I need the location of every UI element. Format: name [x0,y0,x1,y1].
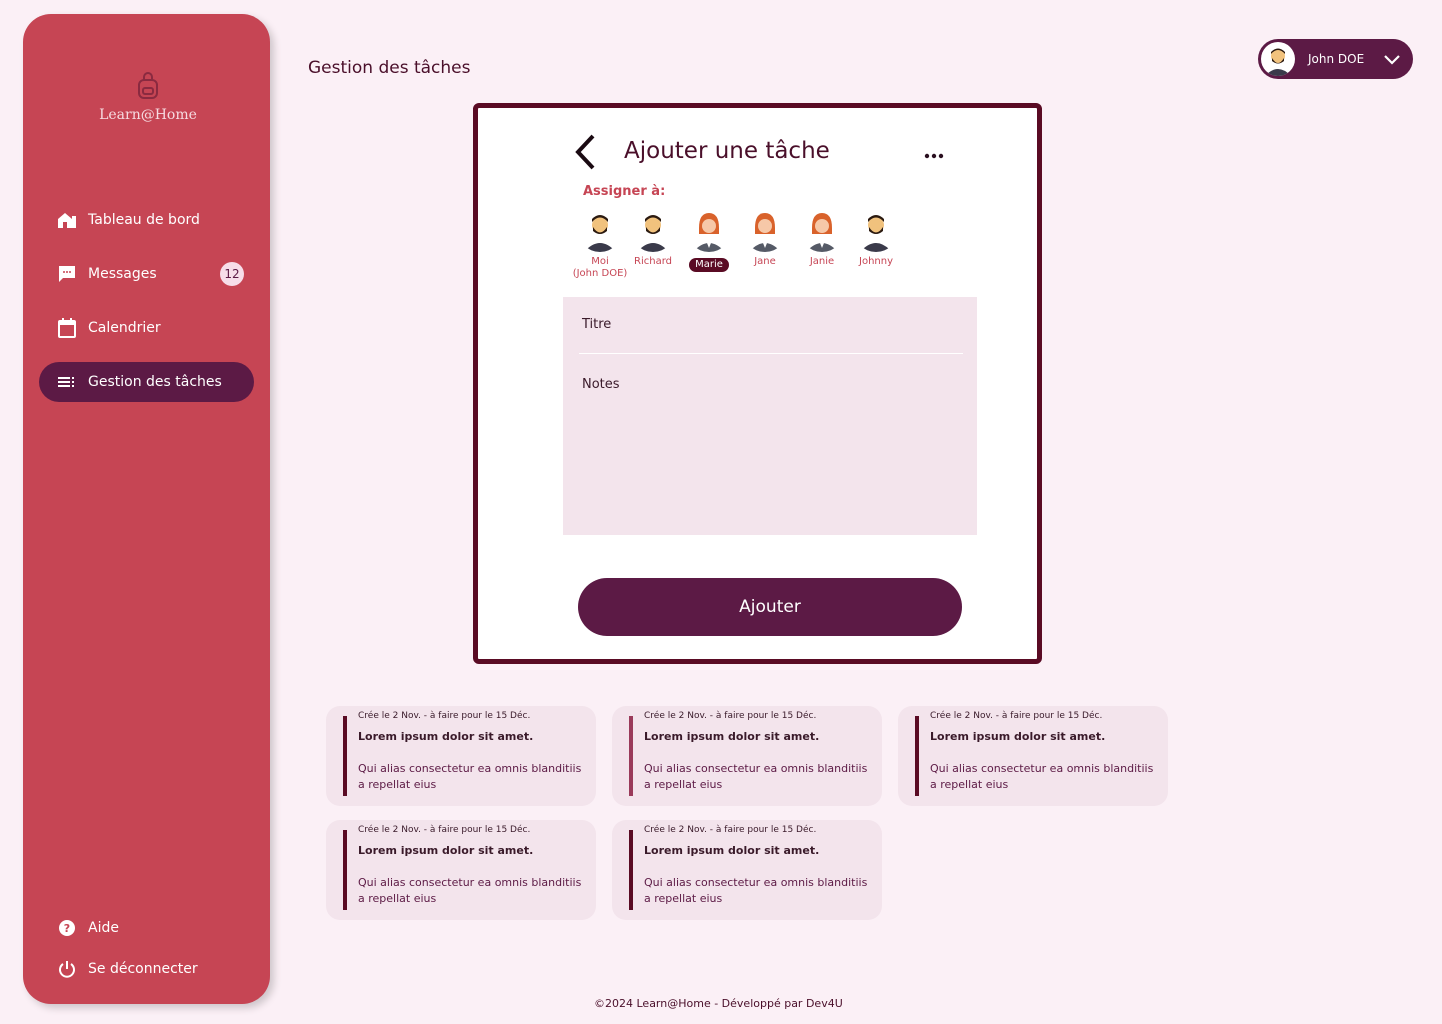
sidebar: Learn@Home Tableau de bord Messages 12 C… [23,14,270,1004]
task-description: Qui alias consectetur ea omnis blanditii… [644,876,868,905]
home-icon [57,210,77,230]
task-meta: Crée le 2 Nov. - à faire pour le 15 Déc. [930,711,1103,721]
task-card[interactable]: Crée le 2 Nov. - à faire pour le 15 Déc.… [898,706,1168,806]
avatar [800,208,844,252]
task-meta: Crée le 2 Nov. - à faire pour le 15 Déc. [358,825,531,835]
avatar [1261,42,1295,76]
task-description: Qui alias consectetur ea omnis blanditii… [358,762,582,791]
sidebar-item-label: Se déconnecter [88,961,198,977]
sidebar-item-logout[interactable]: Se déconnecter [39,949,254,989]
avatar [687,208,731,252]
assignee-janie[interactable]: Janie [792,208,852,268]
task-title: Lorem ipsum dolor sit amet. [358,730,534,743]
logo[interactable]: Learn@Home [83,72,213,123]
notes-input[interactable]: Notes [579,377,620,392]
sidebar-item-label: Gestion des tâches [88,374,222,390]
calendar-icon [57,318,77,338]
task-card[interactable]: Crée le 2 Nov. - à faire pour le 15 Déc.… [326,820,596,920]
avatar [631,208,675,252]
task-title: Lorem ipsum dolor sit amet. [644,844,820,857]
avatar [578,208,622,252]
sidebar-item-label: Tableau de bord [88,212,200,228]
avatar [743,208,787,252]
task-title: Lorem ipsum dolor sit amet. [930,730,1106,743]
task-form: Titre Notes [563,297,977,535]
task-accent-bar [343,830,347,910]
task-meta: Crée le 2 Nov. - à faire pour le 15 Déc. [644,711,817,721]
assignee-label: Jane [754,256,776,267]
task-description: Qui alias consectetur ea omnis blanditii… [644,762,868,791]
task-description: Qui alias consectetur ea omnis blanditii… [930,762,1154,791]
tasks-icon [57,372,77,392]
logo-text: Learn@Home [99,107,197,123]
chevron-down-icon [1384,50,1400,69]
task-card[interactable]: Crée le 2 Nov. - à faire pour le 15 Déc.… [612,706,882,806]
chevron-left-icon [575,134,595,170]
task-title: Lorem ipsum dolor sit amet. [644,730,820,743]
task-card[interactable]: Crée le 2 Nov. - à faire pour le 15 Déc.… [326,706,596,806]
task-meta: Crée le 2 Nov. - à faire pour le 15 Déc. [644,825,817,835]
sidebar-item-dashboard[interactable]: Tableau de bord [39,200,254,240]
back-button[interactable] [573,133,597,175]
task-description: Qui alias consectetur ea omnis blanditii… [358,876,582,905]
avatar [854,208,898,252]
task-accent-bar [343,716,347,796]
sidebar-item-label: Calendrier [88,320,161,336]
sidebar-item-messages[interactable]: Messages 12 [39,254,254,294]
modal-title: Ajouter une tâche [624,138,830,164]
task-accent-bar [915,716,919,796]
message-icon [57,264,77,284]
backpack-icon [138,72,158,99]
sidebar-item-tasks[interactable]: Gestion des tâches [39,362,254,402]
more-options-button[interactable] [924,144,944,163]
add-button[interactable]: Ajouter [578,578,962,636]
assignee-label: Johnny [859,256,893,267]
power-icon [57,959,77,979]
task-card[interactable]: Crée le 2 Nov. - à faire pour le 15 Déc.… [612,820,882,920]
assignee-jane[interactable]: Jane [735,208,795,268]
assignee-richard[interactable]: Richard [623,208,683,268]
assignee-label: Janie [809,256,835,267]
more-icon [924,153,944,159]
user-name: John DOE [1308,52,1365,66]
svg-text:?: ? [64,922,70,935]
user-menu-button[interactable]: John DOE [1258,39,1413,79]
assignee-label: Richard [634,256,672,267]
help-icon: ? [57,918,77,938]
task-accent-bar [629,830,633,910]
sidebar-item-label: Aide [88,920,119,936]
assignee-marie[interactable]: Marie [679,208,739,272]
page-title: Gestion des tâches [308,58,471,78]
add-task-card: Ajouter une tâche Assigner à: Moi (John D… [473,103,1042,664]
assignee-label: Moi [591,256,609,267]
assignee-johnny[interactable]: Johnny [846,208,906,268]
unread-badge: 12 [220,262,244,286]
task-title: Lorem ipsum dolor sit amet. [358,844,534,857]
assign-label: Assigner à: [583,184,666,199]
task-accent-bar [629,716,633,796]
task-meta: Crée le 2 Nov. - à faire pour le 15 Déc. [358,711,531,721]
assignee-label-selected: Marie [689,258,729,272]
sidebar-item-calendar[interactable]: Calendrier [39,308,254,348]
assignee-moi[interactable]: Moi (John DOE) [570,208,630,280]
assignee-sublabel: (John DOE) [572,268,628,279]
footer-text: ©2024 Learn@Home - Développé par Dev4U [594,997,843,1010]
sidebar-item-help[interactable]: ? Aide [39,908,254,948]
sidebar-item-label: Messages [88,266,157,282]
title-input[interactable]: Titre [579,297,963,354]
